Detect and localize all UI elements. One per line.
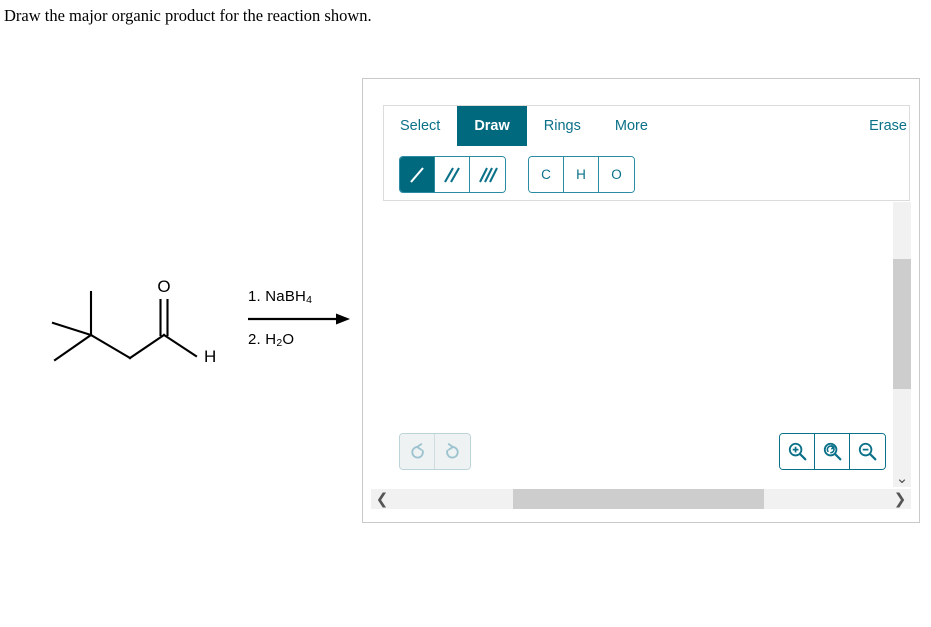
triple-bond-button[interactable] bbox=[470, 157, 505, 192]
zoom-out-button[interactable] bbox=[850, 434, 885, 469]
single-bond-icon bbox=[410, 166, 424, 183]
carbonyl-oxygen-label: O bbox=[157, 277, 170, 296]
zoom-out-icon bbox=[858, 442, 877, 461]
reaction-arrow bbox=[248, 313, 350, 325]
zoom-in-button[interactable] bbox=[780, 434, 815, 469]
atom-carbon-label: C bbox=[541, 167, 551, 182]
zoom-in-icon bbox=[788, 442, 806, 461]
single-bond-button[interactable] bbox=[400, 157, 435, 192]
reagent-below-tail: O bbox=[282, 331, 295, 348]
bond-tool-group bbox=[399, 156, 506, 193]
undo-icon bbox=[410, 443, 424, 459]
reactant-structure-3-3-dimethylbutanal: O H bbox=[51, 277, 216, 366]
zoom-reset-icon bbox=[823, 442, 841, 461]
redo-icon bbox=[446, 443, 459, 459]
tab-rings-label: Rings bbox=[543, 118, 581, 134]
double-bond-button[interactable] bbox=[435, 157, 470, 192]
scroll-left-button[interactable]: ❮ bbox=[371, 489, 393, 509]
molecule-editor: Select Draw Rings More Erase C H O ⌄ ❮ ❯ bbox=[362, 78, 920, 523]
reagents-block: 1. NaBH4 2. H2O bbox=[248, 288, 368, 349]
tab-select-label: Select bbox=[400, 118, 441, 134]
tab-rings[interactable]: Rings bbox=[527, 106, 598, 146]
reaction-scheme: O H 1. NaBH4 2. H2O bbox=[30, 270, 360, 380]
tool-groups: C H O bbox=[399, 156, 635, 193]
undo-redo-group bbox=[399, 433, 471, 470]
reagent-above-subscript: 4 bbox=[306, 294, 313, 306]
page-title: Draw the major organic product for the r… bbox=[4, 6, 372, 25]
chevron-left-icon: ❮ bbox=[375, 489, 389, 508]
reagent-below-arrow: 2. H2O bbox=[248, 331, 368, 349]
zoom-reset-button[interactable] bbox=[815, 434, 850, 469]
vertical-scrollbar[interactable]: ⌄ bbox=[893, 202, 911, 487]
reagent-above-text: 1. NaBH bbox=[248, 288, 307, 305]
toolbar-tabs: Select Draw Rings More bbox=[383, 106, 665, 146]
horizontal-scrollbar-thumb[interactable] bbox=[513, 489, 764, 509]
chevron-down-icon: ⌄ bbox=[895, 468, 909, 487]
tab-more[interactable]: More bbox=[598, 106, 665, 146]
atom-button-oxygen[interactable]: O bbox=[599, 157, 634, 192]
scroll-down-button[interactable]: ⌄ bbox=[893, 469, 911, 487]
horizontal-scrollbar[interactable]: ❮ ❯ bbox=[371, 489, 911, 509]
erase-label: Erase bbox=[869, 118, 907, 134]
aldehyde-hydrogen-label: H bbox=[204, 347, 216, 366]
atom-oxygen-label: O bbox=[611, 167, 622, 182]
zoom-controls-group bbox=[779, 433, 886, 470]
triple-bond-icon bbox=[478, 167, 498, 182]
reagent-above-arrow: 1. NaBH4 bbox=[248, 288, 368, 306]
atom-hydrogen-label: H bbox=[576, 167, 586, 182]
atom-button-hydrogen[interactable]: H bbox=[564, 157, 599, 192]
scroll-right-button[interactable]: ❯ bbox=[889, 489, 911, 509]
undo-button[interactable] bbox=[400, 434, 435, 469]
tab-draw[interactable]: Draw bbox=[457, 106, 527, 146]
chevron-right-icon: ❯ bbox=[893, 489, 907, 508]
erase-button[interactable]: Erase bbox=[869, 106, 907, 146]
atom-button-carbon[interactable]: C bbox=[529, 157, 564, 192]
vertical-scrollbar-thumb[interactable] bbox=[893, 259, 911, 389]
tab-more-label: More bbox=[614, 118, 648, 134]
double-bond-icon bbox=[444, 166, 460, 183]
redo-button[interactable] bbox=[435, 434, 470, 469]
reagent-below-text: 2. H bbox=[248, 331, 277, 348]
tab-draw-label: Draw bbox=[474, 118, 510, 134]
tab-select[interactable]: Select bbox=[383, 106, 457, 146]
atom-tool-group: C H O bbox=[528, 156, 635, 193]
